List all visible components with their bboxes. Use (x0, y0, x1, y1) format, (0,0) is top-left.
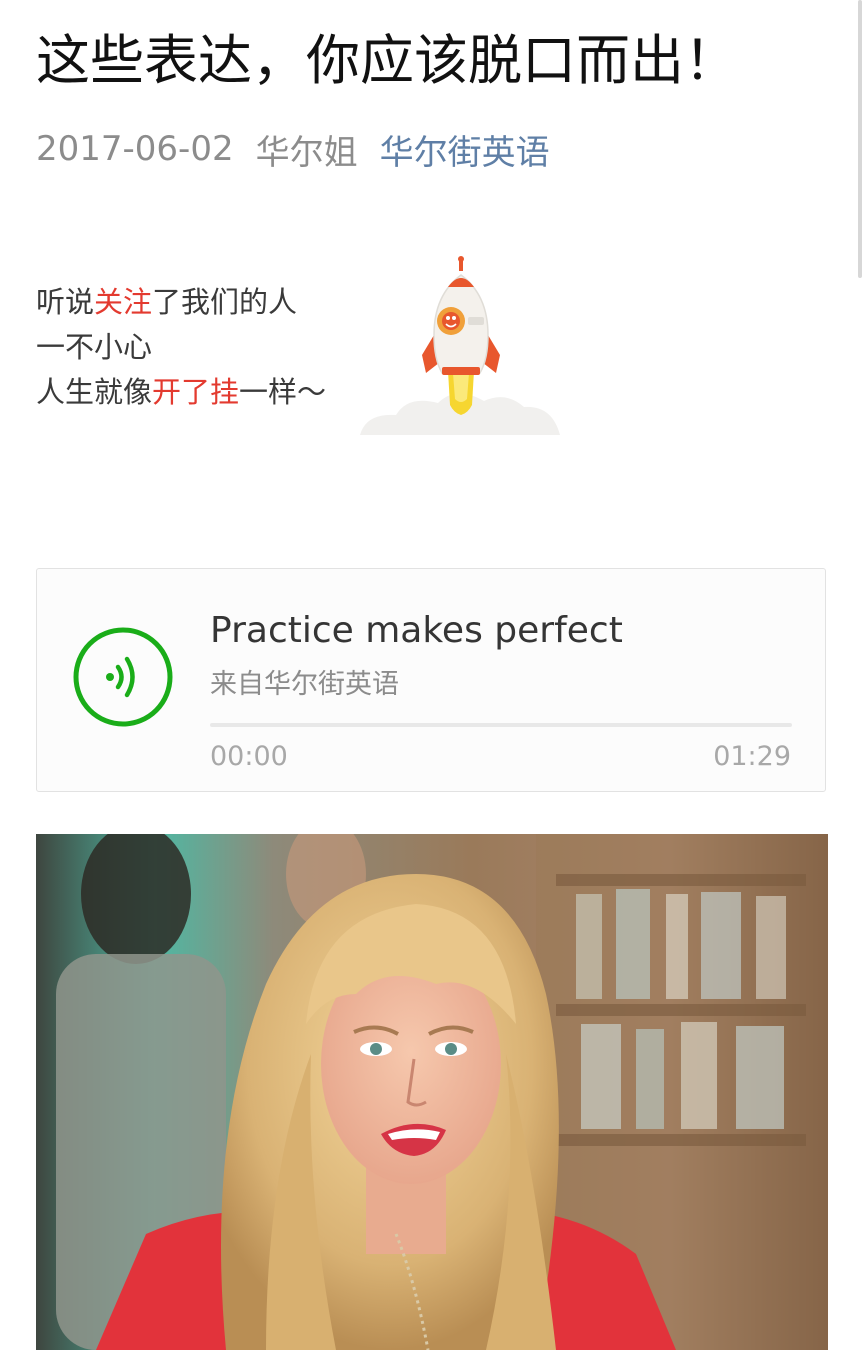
woman-grimacing-image (36, 834, 828, 1350)
audio-current-time: 00:00 (210, 741, 288, 772)
audio-player-card[interactable]: Practice makes perfect 来自华尔街英语 00:00 01:… (36, 568, 826, 792)
article-meta: 2017-06-02 华尔姐 华尔街英语 (36, 124, 550, 174)
publish-date: 2017-06-02 (36, 129, 234, 169)
promo-line-1: 听说关注了我们的人 (36, 285, 298, 319)
audio-total-time: 01:29 (713, 741, 791, 772)
promo-highlight: 关注 (94, 285, 153, 319)
promo-line-3: 人生就像开了挂一样～ (36, 375, 327, 409)
author-name: 华尔姐 (255, 132, 358, 173)
rocket-icon (360, 256, 560, 435)
article-gif-image[interactable] (36, 834, 828, 1350)
audio-progress-bar[interactable] (210, 723, 792, 727)
promo-line-2: 一不小心 (36, 330, 153, 364)
promo-text: 听说关注了我们的人 一不小心 人生就像开了挂一样～ (36, 280, 326, 415)
page-scrollbar[interactable] (858, 0, 862, 278)
follow-promo-banner: 听说关注了我们的人 一不小心 人生就像开了挂一样～ (36, 256, 576, 450)
audio-source: 来自华尔街英语 (210, 669, 399, 700)
account-link[interactable]: 华尔街英语 (380, 125, 550, 174)
audio-wave-icon[interactable] (72, 626, 174, 728)
promo-highlight: 开了挂 (152, 375, 240, 409)
article-title: 这些表达，你应该脱口而出！ (36, 29, 738, 92)
audio-title: Practice makes perfect (210, 610, 623, 651)
